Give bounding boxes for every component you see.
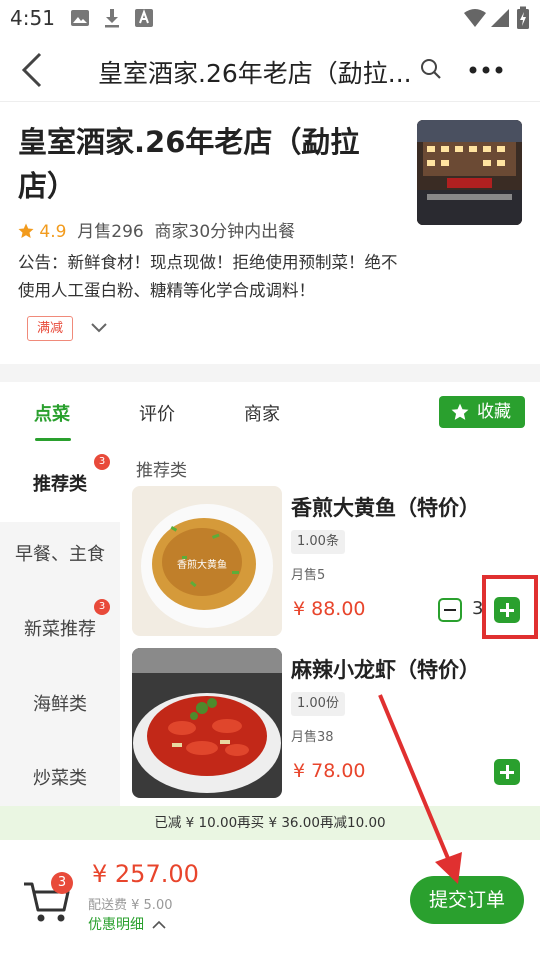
dish-item[interactable]: 麻辣小龙虾（特价） 1.00份 月售38 ¥ 78.00: [120, 648, 540, 800]
shop-delivery-time: 商家30分钟内出餐: [154, 222, 296, 242]
tab-reviews[interactable]: 评价: [139, 400, 175, 426]
cart-total: ¥ 257.00: [92, 860, 199, 888]
dish-image[interactable]: 香煎大黄鱼: [132, 486, 282, 636]
dish-item[interactable]: 香煎大黄鱼 香煎大黄鱼（特价） 1.00条 月售5 ¥ 88.00 3: [120, 486, 540, 638]
shop-header: 皇室酒家.26年老店（勐拉店） 4.9 月售296 商家30分钟内出餐 公告：新…: [0, 102, 540, 364]
tab-bar: 点菜 评价 商家 收藏: [0, 382, 540, 448]
chevron-down-icon[interactable]: [90, 322, 108, 334]
decrease-quantity-button[interactable]: [438, 598, 462, 622]
category-label: 炒菜类: [33, 768, 87, 789]
shop-monthly-sales: 月售296: [77, 222, 144, 242]
promo-detail-link[interactable]: 优惠明细: [88, 914, 167, 934]
favorite-button[interactable]: 收藏: [439, 396, 525, 428]
dish-image-caption: 香煎大黄鱼: [177, 558, 227, 571]
cart-count-badge: 3: [51, 872, 73, 894]
category-item[interactable]: 炒菜类: [0, 742, 120, 806]
dish-monthly-sales: 月售5: [291, 568, 326, 583]
dish-name: 麻辣小龙虾（特价）: [291, 658, 480, 682]
status-bar: 4:51: [0, 0, 540, 36]
category-badge: 3: [94, 599, 110, 615]
navigation-bar: 皇室酒家.26年老店（勐拉...: [0, 36, 540, 102]
shop-rating: 4.9: [39, 222, 67, 242]
wifi-icon: [464, 9, 486, 27]
favorite-label: 收藏: [477, 402, 511, 422]
section-divider: [0, 364, 540, 382]
highlight-annotation: [482, 575, 538, 639]
category-item[interactable]: 海鲜类: [0, 668, 120, 742]
promo-detail-label: 优惠明细: [88, 917, 144, 933]
discount-banner: 已减 ¥ 10.00再买 ¥ 36.00再减10.00: [0, 806, 540, 840]
category-item[interactable]: 推荐类 3: [0, 448, 120, 522]
active-tab-indicator: [35, 438, 71, 441]
image-icon: [71, 10, 89, 26]
dish-name: 香煎大黄鱼（特价）: [291, 496, 480, 520]
dish-spec: 1.00条: [291, 530, 345, 554]
shop-photo[interactable]: [417, 120, 522, 225]
increase-quantity-button[interactable]: [494, 759, 520, 785]
dish-price: ¥ 88.00: [293, 598, 366, 620]
delivery-fee: 配送费 ¥ 5.00: [88, 898, 173, 913]
font-icon: [135, 9, 153, 27]
category-sidebar: 推荐类 3 早餐、主食 新菜推荐 3 海鲜类 炒菜类: [0, 448, 120, 806]
search-icon[interactable]: [420, 58, 442, 80]
shop-notice: 公告：新鲜食材！现点现做！拒绝使用预制菜！绝不使用人工蛋白粉、糖精等化学合成调料…: [18, 253, 398, 300]
promo-tag: 满减: [27, 316, 74, 341]
category-label: 早餐、主食: [15, 544, 105, 565]
battery-icon: [517, 6, 529, 29]
page-title: 皇室酒家.26年老店（勐拉...: [98, 59, 412, 88]
category-item[interactable]: 早餐、主食: [0, 518, 120, 592]
category-label: 推荐类: [33, 474, 87, 495]
shop-meta: 4.9 月售296 商家30分钟内出餐: [18, 217, 295, 242]
submit-order-button[interactable]: 提交订单: [410, 876, 524, 924]
category-label: 海鲜类: [33, 694, 87, 715]
dish-spec: 1.00份: [291, 692, 345, 716]
tab-merchant[interactable]: 商家: [244, 400, 280, 426]
category-item[interactable]: 新菜推荐 3: [0, 593, 120, 667]
category-label: 新菜推荐: [24, 619, 96, 640]
star-rating-icon: [18, 223, 34, 238]
star-icon: [451, 403, 469, 420]
more-icon[interactable]: [469, 66, 503, 74]
category-badge: 3: [94, 454, 110, 470]
back-icon[interactable]: [20, 52, 44, 88]
dish-monthly-sales: 月售38: [291, 730, 334, 745]
dish-list: 推荐类 香煎大黄鱼 香煎大黄鱼（特价） 1.00条 月售5 ¥ 88.00 3 …: [120, 448, 540, 806]
chevron-up-icon: [152, 920, 167, 929]
tab-order[interactable]: 点菜: [34, 400, 70, 426]
download-icon: [105, 9, 119, 28]
cart-bar: 3 ¥ 257.00 配送费 ¥ 5.00 优惠明细 提交订单: [0, 840, 540, 960]
shop-name: 皇室酒家.26年老店（勐拉店）: [18, 125, 360, 203]
status-time: 4:51: [10, 6, 55, 30]
dish-price: ¥ 78.00: [293, 760, 366, 782]
section-title: 推荐类: [136, 461, 187, 481]
dish-image[interactable]: [132, 648, 282, 798]
signal-icon: [491, 9, 509, 27]
